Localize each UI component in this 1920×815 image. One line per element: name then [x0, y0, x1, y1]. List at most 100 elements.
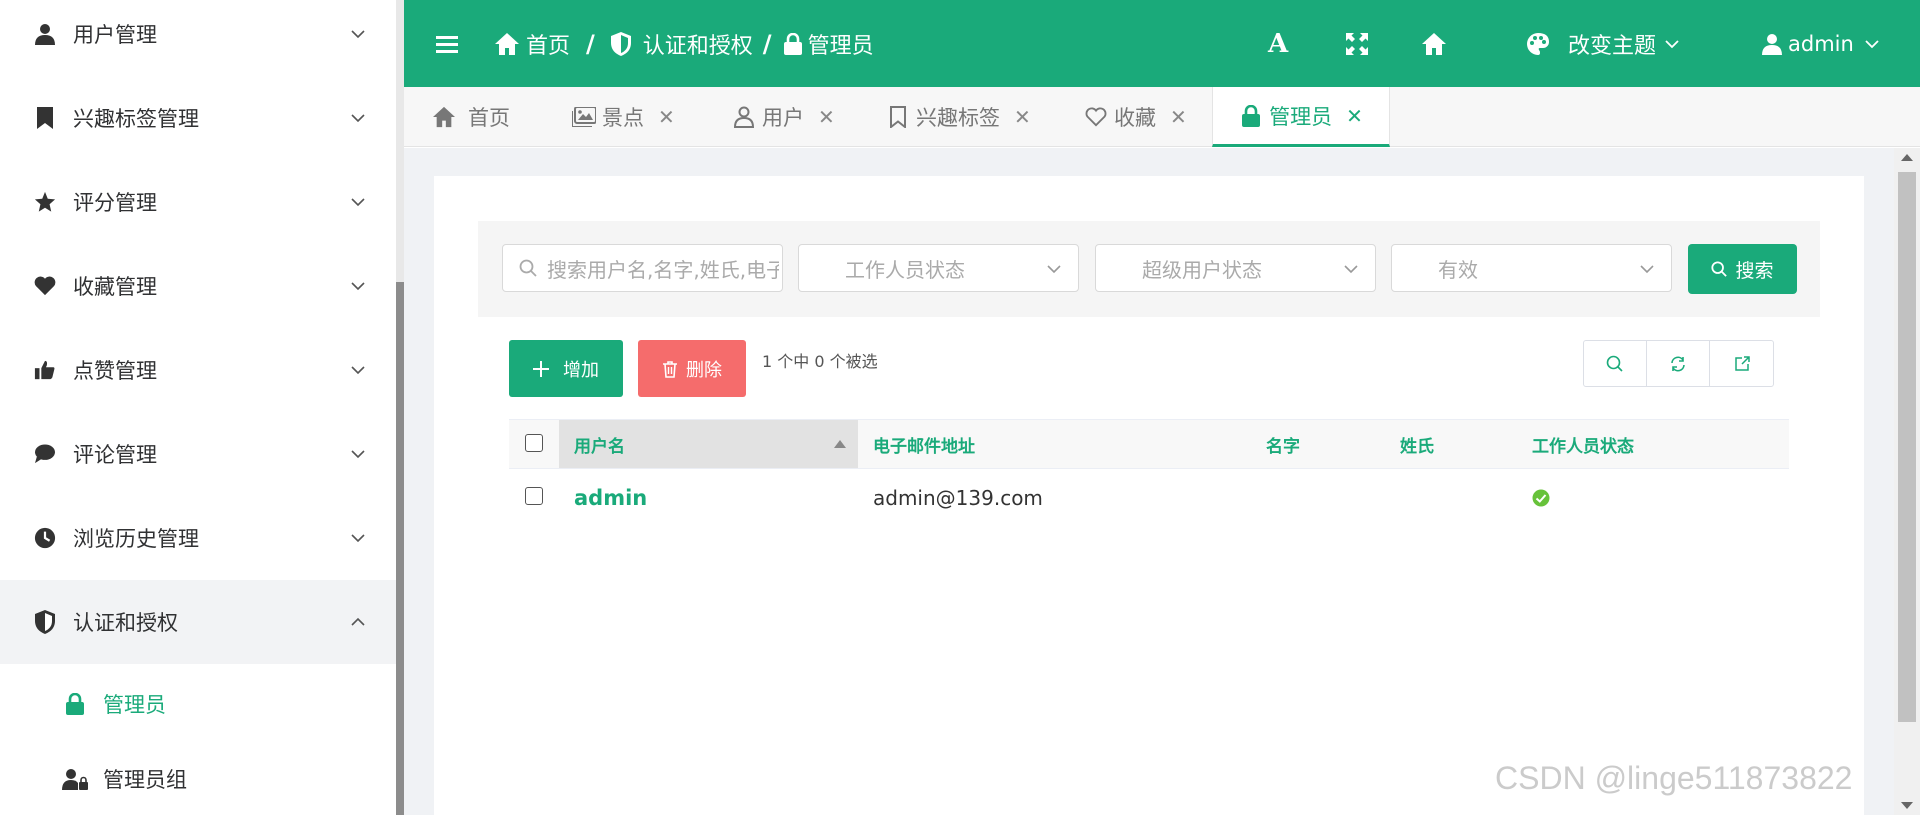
tab-label: 景点 — [602, 106, 644, 130]
active-status-select[interactable]: 有效 — [1391, 244, 1672, 292]
scroll-up-arrow-icon[interactable] — [1901, 154, 1913, 161]
sidebar-item-label: 浏览历史管理 — [73, 527, 199, 551]
column-header-username[interactable]: 用户名 — [559, 420, 858, 468]
chevron-down-icon — [351, 366, 365, 375]
menu-toggle-button[interactable] — [436, 0, 458, 87]
toggle-search-button[interactable] — [1584, 341, 1647, 386]
refresh-icon — [1671, 356, 1685, 371]
sidebar-item-favorites[interactable]: 收藏管理 — [0, 244, 396, 328]
change-theme-label: 改变主题 — [1568, 33, 1657, 59]
breadcrumb-item-home[interactable]: 首页 — [526, 28, 570, 60]
staff-status-placeholder: 工作人员状态 — [845, 257, 965, 282]
search-icon — [1606, 355, 1623, 372]
close-icon[interactable]: ✕ — [658, 105, 675, 129]
sidebar-item-auth[interactable]: 认证和授权 — [0, 580, 396, 664]
check-circle-icon — [1532, 489, 1550, 507]
breadcrumb-separator: / — [762, 29, 772, 58]
clock-icon — [32, 525, 58, 551]
tab-interest-tags[interactable]: 兴趣标签 ✕ — [886, 87, 1031, 147]
sidebar-item-ratings[interactable]: 评分管理 — [0, 160, 396, 244]
superuser-status-select[interactable]: 超级用户状态 — [1095, 244, 1376, 292]
tab-favorites[interactable]: 收藏 ✕ — [1084, 87, 1187, 147]
sidebar-item-likes[interactable]: 点赞管理 — [0, 328, 396, 412]
chevron-down-icon — [351, 198, 365, 207]
column-header-first-name[interactable]: 名字 — [1266, 420, 1300, 468]
chevron-down-icon — [351, 30, 365, 39]
search-icon — [519, 259, 537, 277]
star-icon — [32, 189, 58, 215]
lock-icon — [1239, 104, 1263, 128]
top-header: 首页 / 认证和授权 / 管理员 A 改变主题 admin — [404, 0, 1920, 87]
sidebar-item-label: 兴趣标签管理 — [73, 107, 199, 131]
search-input[interactable]: 搜索用户名,名字,姓氏,电子邮件地址 — [502, 244, 783, 292]
chevron-down-icon — [351, 114, 365, 123]
column-header-label: 姓氏 — [1400, 436, 1434, 457]
export-button[interactable] — [1710, 341, 1773, 386]
trash-icon — [663, 360, 677, 378]
username-link[interactable]: admin — [574, 470, 647, 526]
sidebar-subitem-admins[interactable]: 管理员 — [0, 666, 396, 742]
row-checkbox[interactable] — [525, 487, 543, 505]
expand-icon — [1346, 32, 1368, 55]
shield-icon — [32, 609, 58, 635]
close-icon[interactable]: ✕ — [1170, 105, 1187, 129]
close-icon[interactable]: ✕ — [818, 105, 835, 129]
scroll-down-arrow-icon[interactable] — [1901, 802, 1913, 809]
user-icon — [32, 21, 58, 47]
tab-home[interactable]: 首页 — [432, 87, 510, 147]
tab-label: 兴趣标签 — [916, 106, 1000, 130]
fullscreen-button[interactable] — [1346, 0, 1368, 87]
sidebar-item-label: 评论管理 — [73, 443, 157, 467]
sidebar-item-interest-tags[interactable]: 兴趣标签管理 — [0, 76, 396, 160]
content-scrollbar-thumb[interactable] — [1898, 172, 1916, 722]
tab-admins[interactable]: 管理员 ✕ — [1212, 87, 1390, 147]
font-size-button[interactable]: A — [1268, 0, 1288, 87]
sidebar-item-label: 收藏管理 — [73, 275, 157, 299]
font-icon: A — [1268, 28, 1289, 59]
column-header-staff-status[interactable]: 工作人员状态 — [1532, 420, 1634, 468]
plus-icon — [533, 360, 549, 377]
content-scrollbar[interactable] — [1894, 148, 1920, 815]
home-button[interactable] — [1420, 0, 1448, 87]
search-icon — [1711, 261, 1728, 277]
column-header-label: 用户名 — [574, 436, 625, 457]
sidebar-item-users[interactable]: 用户管理 — [0, 0, 396, 76]
tab-users[interactable]: 用户 ✕ — [732, 87, 835, 147]
chevron-down-icon — [1665, 39, 1679, 48]
close-icon[interactable]: ✕ — [1014, 105, 1031, 129]
add-button[interactable]: 增加 — [509, 340, 623, 397]
thumbs-up-icon — [32, 357, 58, 383]
column-header-label: 电子邮件地址 — [873, 436, 975, 457]
tab-scenic-spots[interactable]: 景点 ✕ — [572, 87, 675, 147]
user-group-lock-icon — [62, 766, 88, 792]
active-status-placeholder: 有效 — [1438, 257, 1478, 282]
user-icon — [1762, 33, 1782, 55]
column-header-last-name[interactable]: 姓氏 — [1400, 420, 1434, 468]
sidebar-item-comments[interactable]: 评论管理 — [0, 412, 396, 496]
table-header: 用户名 电子邮件地址 名字 姓氏 工作人员状态 — [509, 419, 1789, 469]
sidebar-scrollbar-thumb[interactable] — [396, 282, 404, 815]
comment-icon — [32, 441, 58, 467]
search-button[interactable]: 搜索 — [1688, 244, 1797, 294]
sidebar-scrollbar[interactable] — [396, 0, 404, 815]
close-icon[interactable]: ✕ — [1346, 104, 1363, 128]
sidebar-subitem-admin-groups[interactable]: 管理员组 — [0, 741, 396, 815]
column-header-email[interactable]: 电子邮件地址 — [873, 420, 975, 468]
refresh-button[interactable] — [1647, 341, 1710, 386]
change-theme-button[interactable]: 改变主题 — [1526, 0, 1680, 87]
breadcrumb-item-auth[interactable]: 认证和授权 — [643, 28, 753, 60]
sidebar-item-browse-history[interactable]: 浏览历史管理 — [0, 496, 396, 580]
sidebar-item-label: 认证和授权 — [73, 611, 178, 635]
chevron-down-icon — [1047, 265, 1061, 274]
select-all-checkbox[interactable] — [525, 434, 543, 452]
staff-status-select[interactable]: 工作人员状态 — [798, 244, 1079, 292]
bookmark-icon — [32, 105, 58, 131]
search-placeholder: 搜索用户名,名字,姓氏,电子邮件地址 — [547, 257, 779, 282]
export-icon — [1734, 355, 1750, 371]
tab-label: 首页 — [468, 106, 510, 130]
delete-button[interactable]: 删除 — [638, 340, 746, 397]
chevron-down-icon — [1344, 265, 1358, 274]
user-menu-button[interactable]: admin — [1762, 0, 1880, 87]
chevron-down-icon — [351, 282, 365, 291]
superuser-status-placeholder: 超级用户状态 — [1142, 257, 1262, 282]
